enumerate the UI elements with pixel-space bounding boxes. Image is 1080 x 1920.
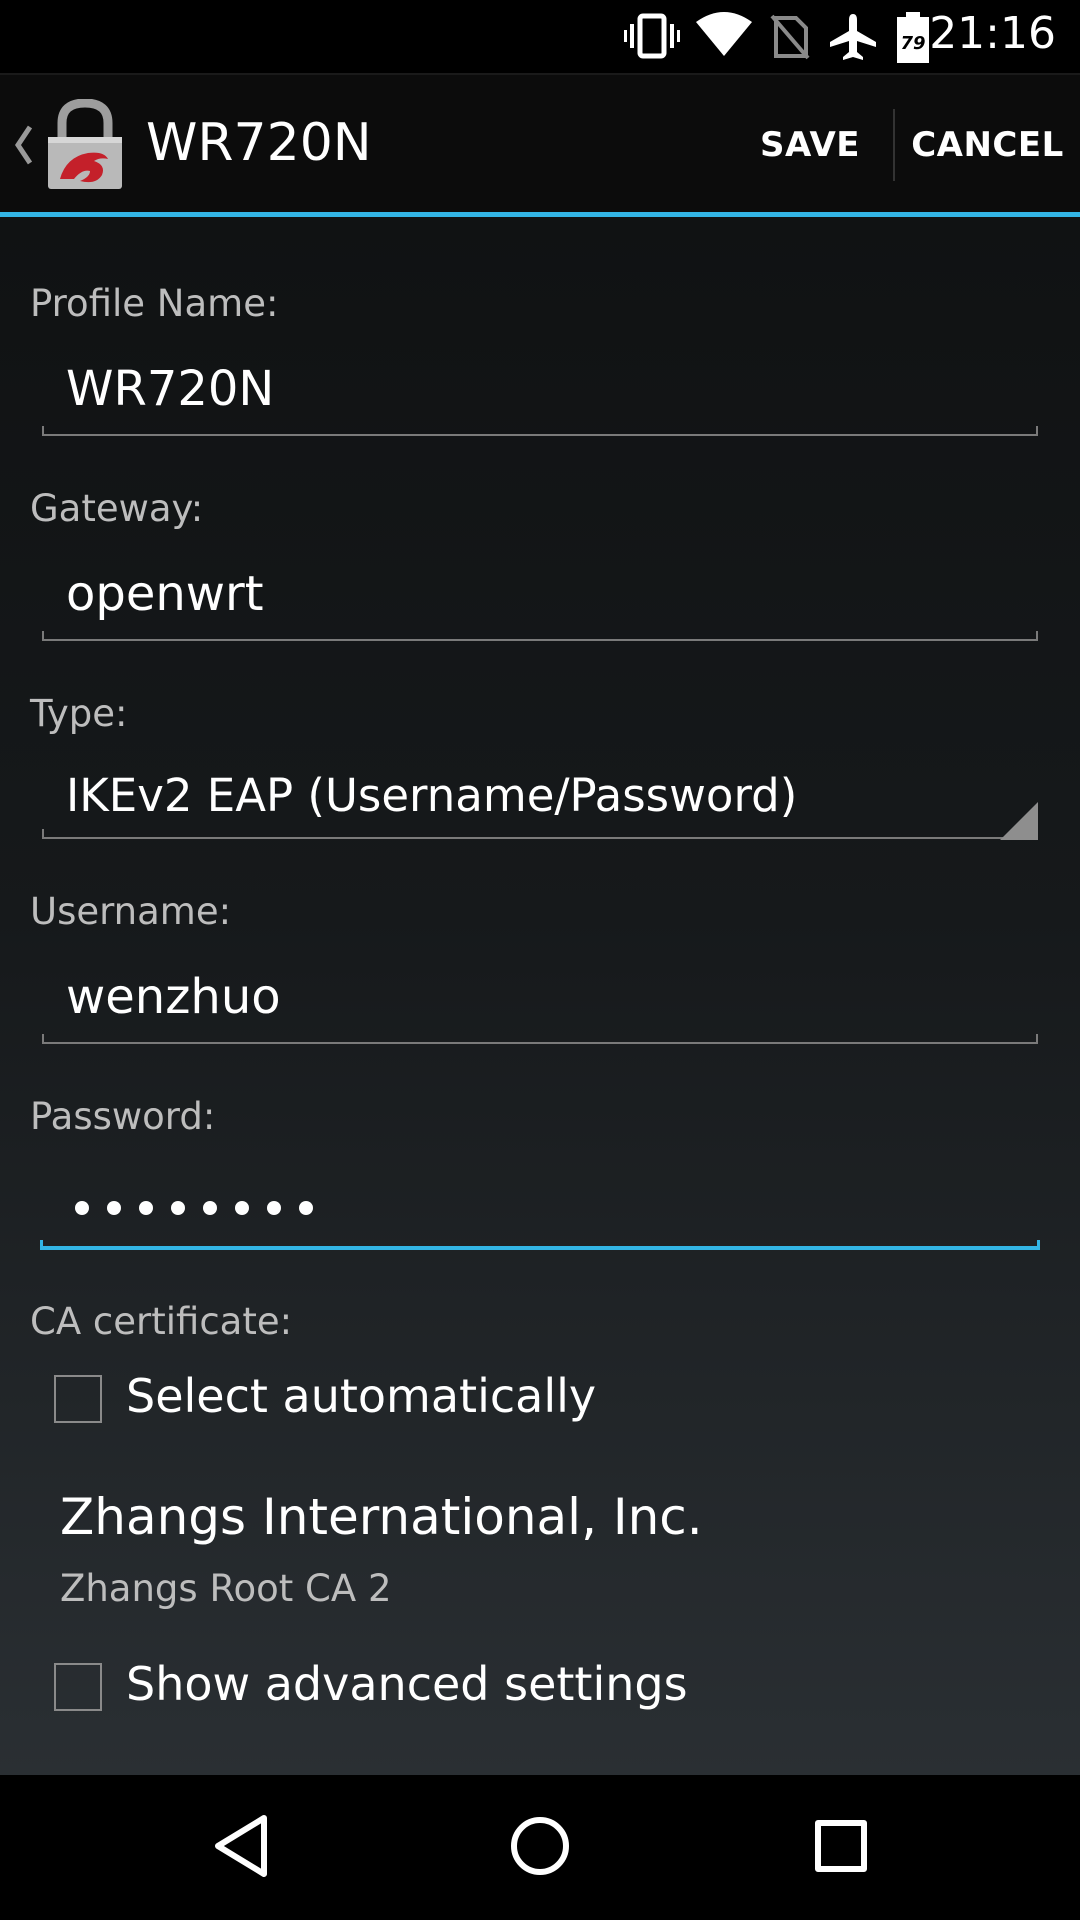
select-automatically-label[interactable]: Select automatically [126, 1369, 596, 1423]
action-bar-title: WR720N [146, 113, 372, 173]
password-input[interactable] [74, 1197, 320, 1219]
type-label: Type: [30, 692, 128, 735]
recents-icon[interactable] [814, 1813, 868, 1879]
save-button[interactable]: SAVE [740, 75, 880, 214]
vibrate-icon [624, 13, 680, 59]
action-bar: WR720N SAVE CANCEL [0, 73, 1080, 217]
gateway-input[interactable]: openwrt [66, 566, 264, 622]
password-label: Password: [30, 1095, 216, 1138]
action-bar-divider [893, 109, 895, 181]
wifi-icon [696, 12, 752, 56]
spinner-arrow-icon[interactable] [1000, 802, 1038, 840]
battery-icon: 79 [897, 12, 929, 63]
password-underline-focused [40, 1240, 1040, 1250]
show-advanced-checkbox[interactable] [54, 1663, 102, 1711]
ca-certificate-name[interactable]: Zhangs International, Inc. [60, 1488, 703, 1546]
status-bar: 79 21:16 [0, 0, 1080, 73]
cancel-button[interactable]: CANCEL [905, 75, 1070, 214]
home-icon[interactable] [510, 1813, 570, 1879]
username-underline [42, 1034, 1038, 1044]
ca-certificate-label: CA certificate: [30, 1300, 293, 1343]
profile-name-label: Profile Name: [30, 282, 279, 325]
lock-app-icon[interactable] [46, 99, 124, 191]
type-spinner[interactable]: IKEv2 EAP (Username/Password) [66, 769, 797, 822]
back-icon[interactable] [212, 1813, 268, 1879]
profile-name-underline [42, 426, 1038, 436]
show-advanced-label[interactable]: Show advanced settings [126, 1657, 688, 1711]
no-sim-icon [770, 14, 810, 60]
username-label: Username: [30, 890, 232, 933]
status-time: 21:16 [929, 8, 1056, 59]
select-automatically-checkbox[interactable] [54, 1375, 102, 1423]
ca-certificate-subtitle: Zhangs Root CA 2 [60, 1567, 392, 1610]
type-underline [42, 829, 1038, 839]
profile-name-input[interactable]: WR720N [66, 361, 274, 417]
username-input[interactable]: wenzhuo [66, 969, 281, 1025]
up-caret-icon[interactable] [12, 123, 34, 167]
gateway-label: Gateway: [30, 487, 204, 530]
navigation-bar [0, 1775, 1080, 1920]
profile-form: Profile Name: WR720N Gateway: openwrt Ty… [0, 217, 1080, 1775]
gateway-underline [42, 631, 1038, 641]
svg-text:79: 79 [900, 33, 925, 54]
airplane-mode-icon [830, 14, 876, 60]
